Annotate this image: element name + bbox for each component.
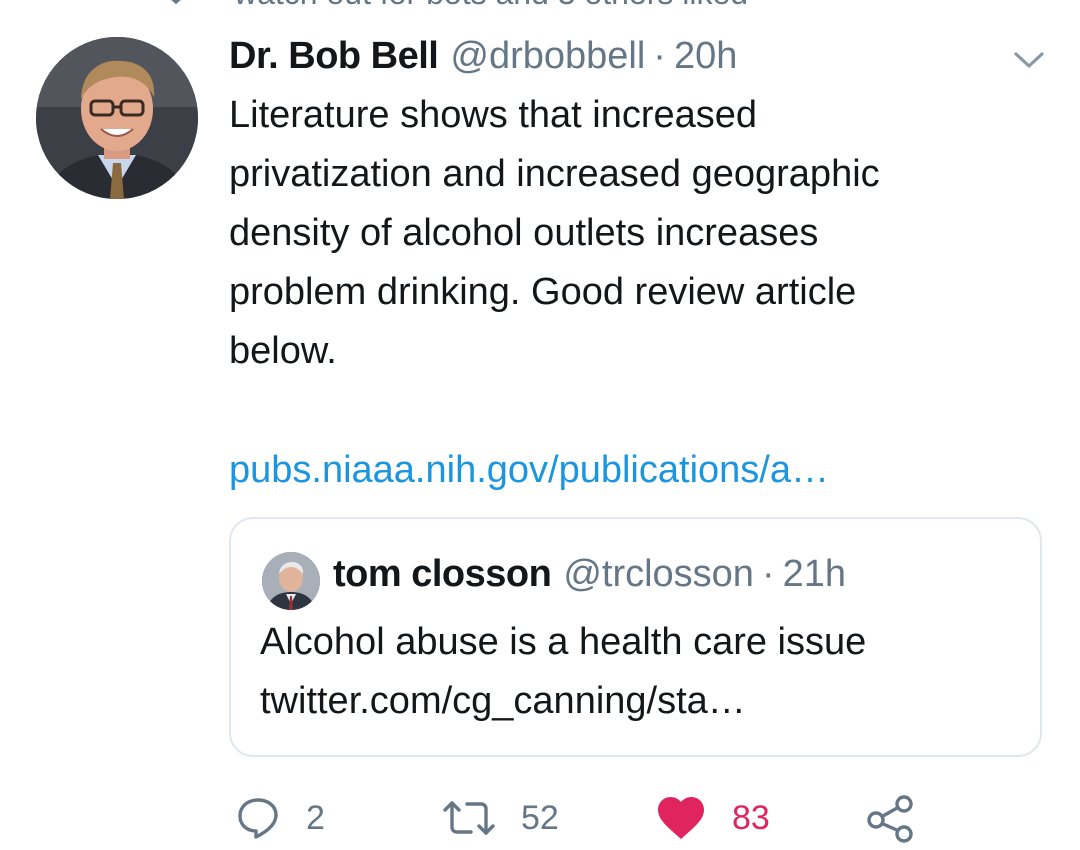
- quoted-tweet-body: Alcohol abuse is a health care issue: [260, 621, 867, 663]
- quoted-author-handle[interactable]: @trclosson: [563, 553, 754, 596]
- author-handle[interactable]: @drbobbell: [450, 35, 645, 78]
- retweet-icon: [443, 801, 495, 835]
- quoted-author-avatar[interactable]: [262, 552, 320, 610]
- tweet-timestamp[interactable]: 20h: [674, 35, 737, 78]
- tweet-link[interactable]: pubs.niaaa.nih.gov/publications/a…: [229, 441, 829, 500]
- quoted-author-name[interactable]: tom closson: [333, 553, 552, 596]
- social-context: watch out for bots and 3 others liked: [160, 0, 748, 11]
- tweet-action-bar: 2 52 83: [0, 790, 1080, 850]
- header-separator: ·: [653, 35, 666, 77]
- like-count: 83: [732, 798, 770, 837]
- heart-icon: [658, 797, 704, 839]
- quoted-header-separator: ·: [761, 553, 775, 595]
- tweet-text: Literature shows that increased privatiz…: [229, 94, 880, 372]
- quoted-tweet-header: tom closson @trclosson · 21h: [333, 553, 846, 596]
- quoted-tweet-timestamp[interactable]: 21h: [783, 553, 846, 596]
- heart-icon: [162, 0, 190, 7]
- author-avatar[interactable]: [36, 37, 198, 199]
- reply-button[interactable]: 2: [234, 790, 325, 846]
- reply-icon: [238, 798, 278, 839]
- retweet-count: 52: [521, 798, 559, 837]
- tweet-header: Dr. Bob Bell @drbobbell · 20h: [229, 35, 737, 83]
- retweet-button[interactable]: 52: [441, 790, 559, 846]
- quoted-tweet-card[interactable]: tom closson @trclosson · 21h Alcohol abu…: [229, 517, 1042, 757]
- share-icon: [867, 795, 913, 843]
- author-name[interactable]: Dr. Bob Bell: [229, 35, 439, 78]
- quoted-tweet-link[interactable]: twitter.com/cg_canning/sta…: [260, 672, 1030, 731]
- reply-count: 2: [306, 798, 325, 837]
- quoted-tweet-text: Alcohol abuse is a health care issue twi…: [260, 613, 1030, 731]
- chevron-down-icon[interactable]: [1012, 48, 1046, 72]
- share-button[interactable]: [864, 790, 916, 846]
- context-text[interactable]: watch out for bots and 3 others liked: [234, 0, 748, 12]
- like-button[interactable]: 83: [656, 790, 770, 846]
